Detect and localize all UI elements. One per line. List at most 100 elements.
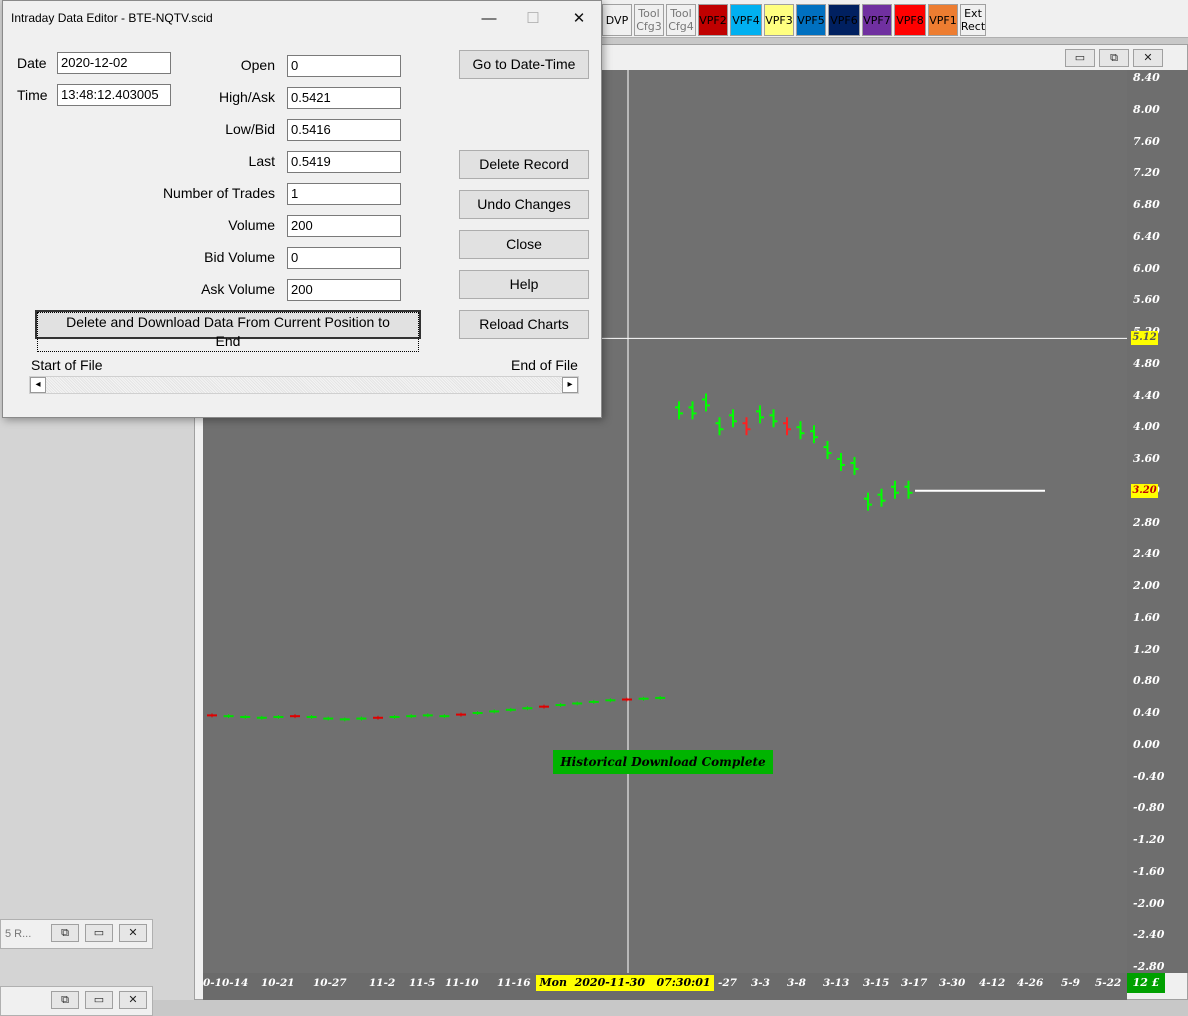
y-tick-label: 4.40	[1133, 388, 1160, 402]
restore-icon[interactable]: ⧉	[51, 991, 79, 1009]
y-tick-label: 2.80	[1133, 515, 1160, 529]
y-tick-label: 1.20	[1133, 642, 1160, 656]
x-tick-label: 10-27	[313, 977, 347, 989]
y-tick-label: 7.60	[1133, 134, 1160, 148]
reload-charts-button[interactable]: Reload Charts	[459, 310, 589, 339]
time-axis[interactable]: 0-10-14 10-21 10-27 11-2 11-5 11-10 11-16 -27 3-…	[203, 973, 1127, 1000]
field-open[interactable]: 0	[287, 55, 401, 77]
last-price-marker: 3.20	[1131, 483, 1158, 498]
field-ask-volume[interactable]: 200	[287, 279, 401, 301]
y-tick-label: -2.00	[1133, 896, 1165, 910]
field-label-ask-volume: Ask Volume	[201, 281, 275, 297]
close-icon[interactable]: ✕	[119, 991, 147, 1009]
delete-record-button[interactable]: Delete Record	[459, 150, 589, 179]
time-field[interactable]: 13:48:12.403005	[57, 84, 171, 106]
go-to-date-time-button[interactable]: Go to Date-Time	[459, 50, 589, 79]
field-bid-volume[interactable]: 0	[287, 247, 401, 269]
minimized-window[interactable]: ⧉ ▭ ✕	[0, 986, 153, 1016]
y-tick-label: -0.80	[1133, 801, 1165, 815]
x-tick-label: 11-16	[497, 977, 531, 989]
toolbar-button-dvp[interactable]: DVP	[602, 4, 632, 36]
y-tick-label: -2.80	[1133, 960, 1165, 973]
field-label-number-of-trades: Number of Trades	[162, 185, 275, 201]
y-tick-label: 2.40	[1133, 547, 1160, 561]
y-tick-label: 0.80	[1133, 674, 1160, 688]
cursor-time-marker: Mon 2020-11-30 07:30:01	[536, 975, 714, 991]
date-field[interactable]: 2020-12-02	[57, 52, 171, 74]
field-low-bid[interactable]: 0.5416	[287, 119, 401, 141]
maximize-icon[interactable]: ▭	[85, 924, 113, 942]
restore-icon[interactable]: ⧉	[1099, 49, 1129, 67]
field-volume[interactable]: 200	[287, 215, 401, 237]
field-label-volume: Volume	[228, 217, 275, 233]
minimized-window-title: 5 R...	[5, 928, 32, 940]
time-label: Time	[17, 87, 48, 103]
y-tick-label: 8.40	[1133, 71, 1160, 84]
restore-icon[interactable]: ⧉	[51, 924, 79, 942]
toolbar-button-vpf4[interactable]: VPF4	[730, 4, 762, 36]
y-tick-label: 0.40	[1133, 706, 1160, 719]
close-icon[interactable]: ✕	[559, 7, 599, 31]
y-tick-label: -0.40	[1133, 769, 1165, 783]
minimize-icon[interactable]: —	[469, 7, 509, 31]
x-tick-label: 5-9	[1061, 977, 1080, 989]
toolbar-button-ext-rect[interactable]: Ext Rect	[960, 4, 986, 36]
minimize-icon[interactable]: ▭	[1065, 49, 1095, 67]
file-position-scrollbar[interactable]: ◂ ▸	[29, 376, 579, 394]
price-axis[interactable]: 8.408.007.607.206.806.406.005.605.204.80…	[1127, 70, 1188, 973]
y-tick-label: 4.80	[1133, 356, 1160, 370]
y-tick-label: 8.00	[1133, 102, 1160, 116]
corner-label: 12 £	[1127, 973, 1165, 993]
y-tick-label: -2.40	[1133, 928, 1165, 942]
close-icon[interactable]: ✕	[119, 924, 147, 942]
field-label-bid-volume: Bid Volume	[204, 249, 275, 265]
close-icon[interactable]: ✕	[1133, 49, 1163, 67]
x-tick-label: 10-21	[261, 977, 295, 989]
scroll-left-icon[interactable]: ◂	[30, 377, 46, 393]
scroll-right-icon[interactable]: ▸	[562, 377, 578, 393]
field-label-high-ask: High/Ask	[218, 89, 275, 105]
top-toolbar: DVP Tool Cfg3 Tool Cfg4 VPF2 VPF4 VPF3 VPF5 VPF…	[600, 0, 1188, 38]
delete-and-download-label: Delete and Download Data From Current Po…	[37, 312, 419, 352]
toolbar-button-vpf6[interactable]: VPF6	[828, 4, 860, 36]
delete-and-download-button[interactable]: Delete and Download Data From Current Po…	[35, 310, 421, 352]
dialog-title: Intraday Data Editor - BTE-NQTV.scid	[11, 11, 213, 25]
toolbar-button-vpf5[interactable]: VPF5	[796, 4, 826, 36]
y-tick-label: 1.60	[1133, 610, 1160, 624]
y-tick-label: 6.80	[1133, 198, 1160, 211]
y-tick-label: 0.00	[1133, 737, 1160, 751]
maximize-icon[interactable]: ▭	[85, 991, 113, 1009]
field-last[interactable]: 0.5419	[287, 151, 401, 173]
maximize-icon: ☐	[526, 10, 540, 27]
x-tick-label: 3-15	[863, 977, 890, 989]
y-tick-label: 6.40	[1133, 229, 1160, 243]
toolbar-button-vpf1[interactable]: VPF1	[928, 4, 958, 36]
toolbar-button-vpf3[interactable]: VPF3	[764, 4, 794, 36]
toolbar-button-vpf8[interactable]: VPF8	[894, 4, 926, 36]
x-tick-label: 3-3	[751, 977, 770, 989]
field-label-last: Last	[248, 153, 275, 169]
close-button[interactable]: Close	[459, 230, 589, 259]
help-button[interactable]: Help	[459, 270, 589, 299]
x-tick-label: -27	[718, 977, 737, 989]
field-high-ask[interactable]: 0.5421	[287, 87, 401, 109]
toolbar-button-vpf7[interactable]: VPF7	[862, 4, 892, 36]
toolbar-button-tool-cfg4[interactable]: Tool Cfg4	[666, 4, 696, 36]
x-tick-label: 11-2	[369, 977, 396, 989]
undo-changes-button[interactable]: Undo Changes	[459, 190, 589, 219]
x-tick-label: 0-10-14	[203, 977, 249, 989]
y-tick-label: -1.20	[1133, 833, 1165, 846]
x-tick-label: 11-10	[445, 977, 479, 989]
y-tick-label: 7.20	[1133, 166, 1160, 180]
y-tick-label: 4.00	[1133, 420, 1160, 434]
y-tick-label: 3.60	[1133, 452, 1160, 465]
x-tick-label: 5-22	[1095, 977, 1122, 989]
field-label-open: Open	[240, 57, 275, 73]
minimized-window[interactable]: 5 R... ⧉ ▭ ✕	[0, 919, 153, 949]
toolbar-button-vpf2[interactable]: VPF2	[698, 4, 728, 36]
x-tick-label: 4-12	[979, 977, 1006, 989]
toolbar-button-tool-cfg3[interactable]: Tool Cfg3	[634, 4, 664, 36]
x-tick-label: 3-17	[901, 977, 928, 989]
cursor-price-marker: 5.12	[1131, 331, 1158, 346]
field-number-of-trades[interactable]: 1	[287, 183, 401, 205]
